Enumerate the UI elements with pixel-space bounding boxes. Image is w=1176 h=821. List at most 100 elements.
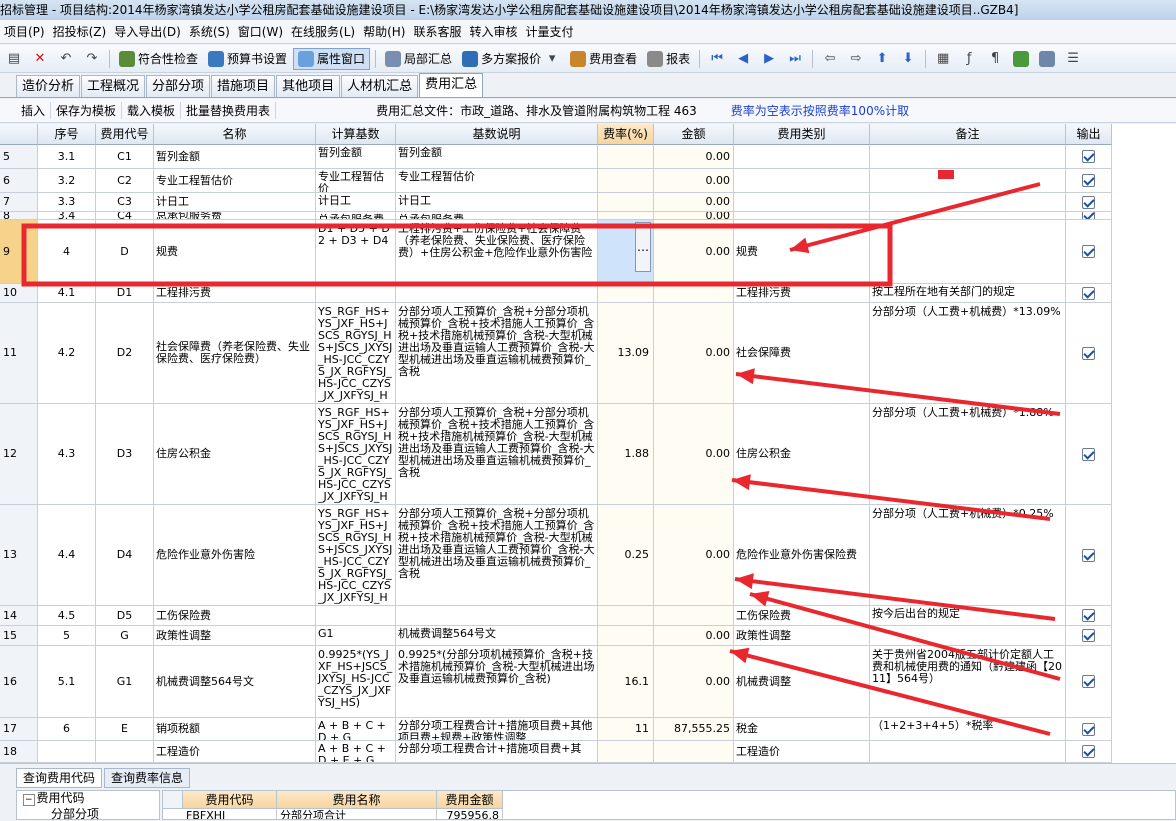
cell-name[interactable]: 专业工程暂估价 [154, 169, 316, 193]
cell-base[interactable]: YS_RGF_HS+YS_JXF_HS+JSCS_RGYSJ_HS+JSCS_J… [316, 505, 396, 606]
cell-amount[interactable]: 0.00 [654, 212, 734, 220]
cell-code[interactable]: D [96, 220, 154, 284]
cell-code[interactable]: G [96, 626, 154, 646]
tab-1[interactable]: 工程概况 [81, 75, 146, 97]
output-checkbox[interactable] [1082, 212, 1095, 219]
cell-name[interactable]: 总承包服务费 [154, 212, 316, 220]
image-button[interactable] [1035, 48, 1059, 70]
batch-replace-button[interactable]: 批量替换费用表 [181, 102, 277, 119]
cell-out[interactable] [1066, 505, 1112, 606]
col-header-out[interactable]: 输出 [1066, 124, 1112, 145]
list-button[interactable]: ☰ [1061, 48, 1085, 70]
cell-seq[interactable]: 5 [38, 626, 96, 646]
cell-amount[interactable]: 0.00 [654, 193, 734, 212]
last-button[interactable]: ⏭ [783, 48, 807, 70]
cell-seq[interactable]: 3.4 [38, 212, 96, 220]
cell-note[interactable] [870, 626, 1066, 646]
cell-note[interactable] [870, 220, 1066, 284]
cell-rate[interactable] [598, 284, 654, 303]
undo-button[interactable]: ↶ [54, 48, 78, 70]
cell-code[interactable]: C2 [96, 169, 154, 193]
cell-base[interactable]: 专业工程暂估价 [316, 169, 396, 193]
output-checkbox[interactable] [1082, 675, 1095, 688]
cell-base[interactable]: 0.9925*(YS_JXF_HS+JSCS_JXYSJ_HS-JCC_CZYS… [316, 646, 396, 718]
cell-fee-name[interactable]: 分部分项合计 [277, 809, 437, 819]
menu-item-4[interactable]: 窗口(W) [234, 20, 287, 43]
col-header-base[interactable]: 计算基数 [316, 124, 396, 145]
tab-0[interactable]: 造价分析 [16, 75, 81, 97]
cell-out[interactable] [1066, 741, 1112, 763]
output-checkbox[interactable] [1082, 195, 1095, 209]
cell-base[interactable]: D1 + D5 + D2 + D3 + D4 [316, 220, 396, 284]
cell-cat[interactable]: 规费 [734, 220, 870, 284]
cell-seq[interactable]: 3.1 [38, 145, 96, 169]
prev-button[interactable]: ◀ [731, 48, 755, 70]
cell-desc[interactable] [396, 606, 598, 626]
cell-cat[interactable]: 税金 [734, 718, 870, 741]
cell-base[interactable]: YS_RGF_HS+YS_JXF_HS+JSCS_RGYSJ_HS+JSCS_J… [316, 303, 396, 404]
redo-button[interactable]: ↷ [80, 48, 104, 70]
cell-desc[interactable]: 计日工 [396, 193, 598, 212]
cell-base[interactable]: 计日工 [316, 193, 396, 212]
cell-note[interactable] [870, 145, 1066, 169]
cell-note[interactable] [870, 212, 1066, 220]
cell-code[interactable]: D2 [96, 303, 154, 404]
cell-name[interactable]: 暂列金额 [154, 145, 316, 169]
cell-seq[interactable] [38, 741, 96, 763]
cell-code[interactable]: G1 [96, 646, 154, 718]
cell-out[interactable] [1066, 646, 1112, 718]
cell-fee-amount[interactable]: 795956.8 [437, 809, 503, 819]
cell-amount[interactable]: 0.00 [654, 404, 734, 505]
cell-cat[interactable]: 工伤保险费 [734, 606, 870, 626]
cell-rate[interactable] [598, 626, 654, 646]
cell-rate[interactable]: 13.09 [598, 303, 654, 404]
cell-note[interactable]: （1+2+3+4+5）*税率 [870, 718, 1066, 741]
cell-rate[interactable] [598, 145, 654, 169]
cell-amount[interactable] [654, 741, 734, 763]
cell-note[interactable]: 按工程所在地有关部门的规定 [870, 284, 1066, 303]
cell-desc[interactable] [396, 284, 598, 303]
cell-desc[interactable]: 分部分项工程费合计+措施项目费+其他项目费+规费+政策性调整 [396, 718, 598, 741]
cell-out[interactable] [1066, 606, 1112, 626]
tab-query-rate-info[interactable]: 查询费率信息 [104, 768, 191, 788]
cell-rate[interactable]: 1.88 [598, 404, 654, 505]
cell-out[interactable] [1066, 404, 1112, 505]
output-checkbox[interactable] [1082, 150, 1095, 163]
cell-seq[interactable]: 4.5 [38, 606, 96, 626]
cell-base[interactable]: 暂列金额 [316, 145, 396, 169]
output-checkbox[interactable] [1082, 722, 1095, 736]
tab-6[interactable]: 费用汇总 [419, 73, 484, 97]
cell-code[interactable]: D3 [96, 404, 154, 505]
calculator-button[interactable]: ▦ [931, 48, 955, 70]
cell-rate[interactable]: … [598, 220, 654, 284]
cell-cat[interactable]: 社会保障费 [734, 303, 870, 404]
cell-code[interactable]: D5 [96, 606, 154, 626]
paragraph-button[interactable]: ¶ [983, 48, 1007, 70]
cell-seq[interactable]: 3.3 [38, 193, 96, 212]
cell-cat[interactable]: 危险作业意外伤害保险费 [734, 505, 870, 606]
output-checkbox[interactable] [1082, 245, 1095, 258]
cell-seq[interactable]: 3.2 [38, 169, 96, 193]
cell-rate[interactable]: 11 [598, 718, 654, 741]
menu-item-5[interactable]: 在线服务(L) [287, 20, 359, 43]
cell-name[interactable]: 住房公积金 [154, 404, 316, 505]
cell-code[interactable]: E [96, 718, 154, 741]
cell-desc[interactable]: 分部分项人工预算价_含税+分部分项机械预算价_含税+技术措施人工预算价_含税+技… [396, 505, 598, 606]
cell-note[interactable]: 分部分项（人工费+机械费）*13.09% [870, 303, 1066, 404]
cell-desc[interactable]: 机械费调整564号文 [396, 626, 598, 646]
cell-amount[interactable]: 0.00 [654, 626, 734, 646]
delete-button[interactable]: ✕ [28, 48, 52, 70]
output-checkbox[interactable] [1082, 629, 1095, 642]
insert-button[interactable]: 插入 [16, 102, 52, 119]
cell-base[interactable]: 总承包服务费 [316, 212, 396, 220]
color-button[interactable] [1009, 48, 1033, 70]
fee-view-button[interactable]: 费用查看 [566, 48, 641, 70]
cell-amount[interactable]: 87,555.25 [654, 718, 734, 741]
col-header-note[interactable]: 备注 [870, 124, 1066, 145]
cell-out[interactable] [1066, 145, 1112, 169]
col-header-code[interactable]: 费用代号 [96, 124, 154, 145]
cell-out[interactable] [1066, 169, 1112, 193]
cell-rate[interactable] [598, 169, 654, 193]
cell-desc[interactable]: 暂列金额 [396, 145, 598, 169]
cell-amount[interactable]: 0.00 [654, 220, 734, 284]
